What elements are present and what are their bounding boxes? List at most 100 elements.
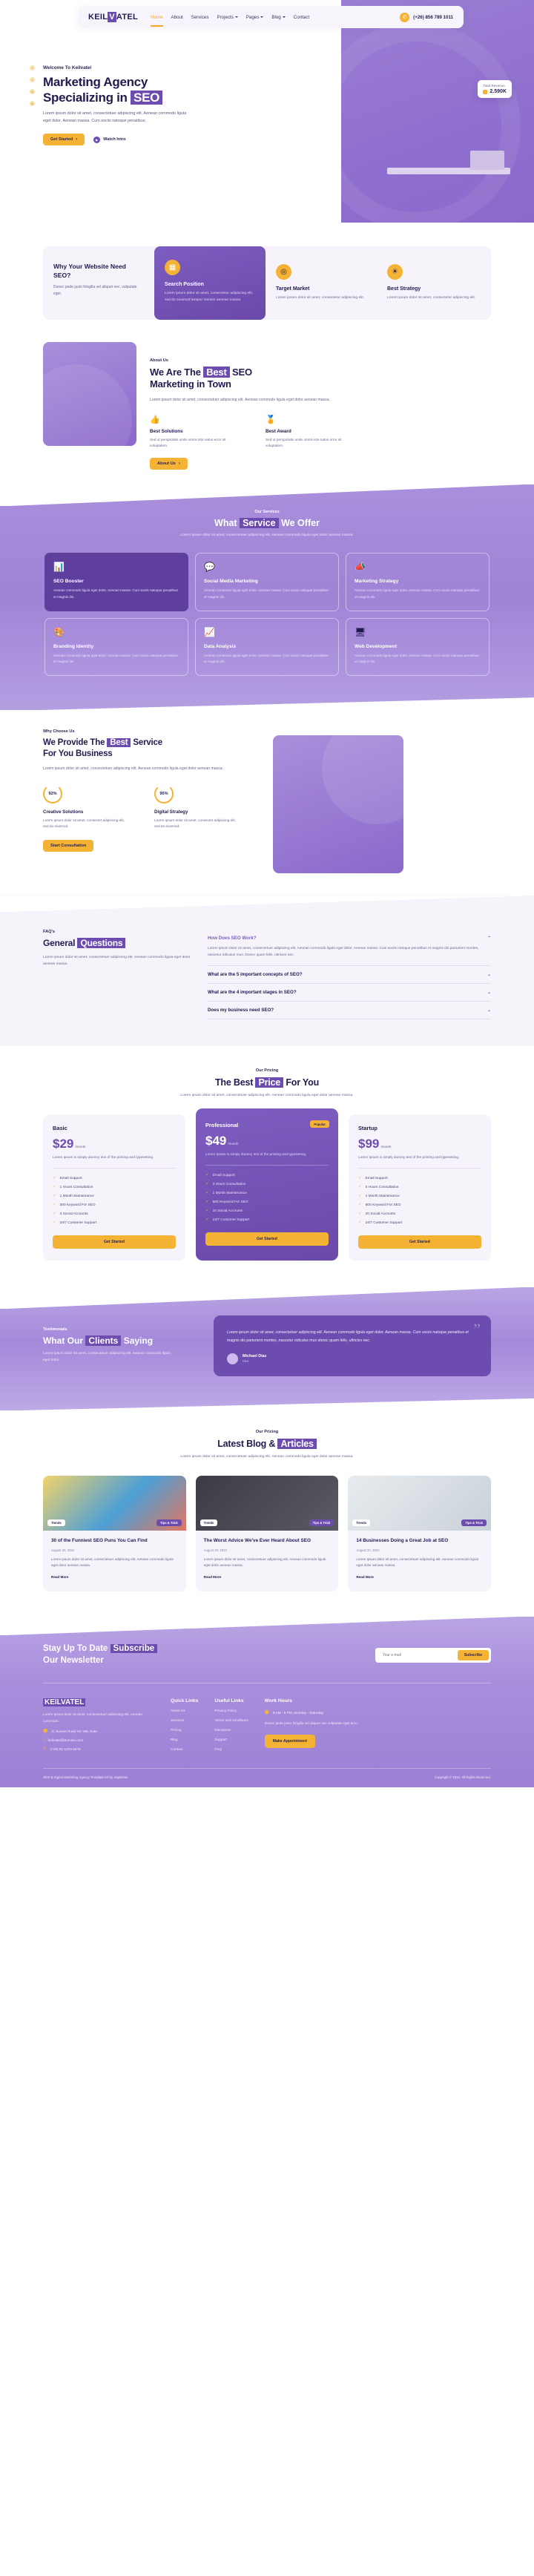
- faq-item[interactable]: Does my business need SEO? ⌄: [208, 1002, 491, 1020]
- service-title: SEO Booster: [53, 579, 84, 585]
- blog-card[interactable]: Trends Tips & Trick 30 of the Funniest S…: [43, 1475, 186, 1592]
- footer-link-contact[interactable]: Contact: [171, 1748, 198, 1752]
- why-card-search-position[interactable]: ▦ Search Position Lorem ipsum dolor sit …: [154, 246, 266, 320]
- instagram-icon[interactable]: ◎: [30, 89, 35, 94]
- footer-phone[interactable]: ✆ (+26) 81 1234 5678: [43, 1747, 154, 1751]
- nav-item-home[interactable]: Home: [151, 15, 163, 27]
- service-title: Data Analysis: [204, 643, 237, 649]
- nav-item-projects[interactable]: Projects: [217, 15, 238, 20]
- code-window-icon: 🖥: [355, 626, 366, 637]
- why-card-target-market[interactable]: ◎ Target Market Lorem ipsum dolor sit am…: [266, 255, 377, 311]
- plan-feature: ✓ 1 Month Maintenance: [205, 1191, 247, 1196]
- blog-post-title[interactable]: 14 Businesses Doing a Great Job at SEO: [356, 1538, 483, 1545]
- plan-price: $49/month: [205, 1134, 239, 1149]
- make-appointment-button[interactable]: Make Appointment: [264, 1734, 315, 1748]
- blog-post-title[interactable]: The Worst Advice We've Ever Heard About …: [204, 1538, 331, 1545]
- nav-item-blog[interactable]: Blog: [271, 15, 286, 20]
- hero-actions: Get Started › ▶ Watch Intro: [43, 134, 228, 146]
- blog-tag-secondary[interactable]: Tips & Trick: [156, 1519, 182, 1526]
- faq-question[interactable]: What are the 5 important concepts of SEO…: [208, 972, 491, 977]
- faq-question[interactable]: Does my business need SEO? ⌄: [208, 1008, 491, 1013]
- footer-link-pricing[interactable]: Pricing: [171, 1729, 198, 1732]
- plan-feature: ✓ 1 Hours Consultation: [53, 1185, 93, 1190]
- service-card-social-media-marketing[interactable]: 💬 Social Media Marketing Aenean commodo …: [195, 553, 339, 611]
- nav-item-services[interactable]: Services: [191, 15, 209, 20]
- blog-tag-primary[interactable]: Trends: [352, 1519, 371, 1526]
- blog-post-excerpt: Lorem ipsum dolor sit amet, consectetuer…: [356, 1557, 479, 1567]
- read-more-link[interactable]: Read More: [356, 1575, 374, 1579]
- services-header: Our Services What Service We Offer Lorem…: [0, 510, 534, 539]
- header-phone[interactable]: ✆ (+26) 856 789 1011: [400, 12, 453, 22]
- twitter-icon[interactable]: t: [30, 77, 35, 82]
- faq-question[interactable]: What are the 4 important stages in SEO? ⌄: [208, 990, 491, 995]
- plan-feature: ✓ 20 Social Accounts: [358, 1212, 396, 1217]
- landing-page: KEIL V ATEL Home About Services Projects P…: [0, 0, 534, 1788]
- qr-code-icon: ▦: [165, 260, 180, 275]
- blog-card[interactable]: Trends Tips & Trick 14 Businesses Doing …: [348, 1475, 491, 1592]
- plan-cta-button[interactable]: Get Started: [205, 1232, 329, 1246]
- service-card-seo-booster[interactable]: 📊 SEO Booster Aenean commodo ligula eget…: [44, 553, 188, 611]
- service-card-web-development[interactable]: 🖥 Web Development Aenean commodo ligula …: [346, 617, 490, 677]
- faq-question[interactable]: How Does SEO Work? ⌃: [208, 936, 491, 941]
- pricing-card-basic: Basic $29/month Lorem Ipsum is simply du…: [43, 1114, 185, 1261]
- site-logo[interactable]: KEIL V ATEL: [88, 12, 138, 22]
- blog-tag-primary[interactable]: Trends: [200, 1519, 218, 1526]
- check-icon: ✓: [358, 1203, 362, 1208]
- service-card-branding-identity[interactable]: 🎨 Branding Identity Aenean commodo ligul…: [44, 617, 188, 677]
- plan-feature: ✓ Email Support: [53, 1176, 82, 1181]
- faq-title: General Questions: [43, 938, 191, 950]
- choose-photo: [273, 735, 403, 874]
- watch-intro-button[interactable]: ▶ Watch Intro: [93, 136, 126, 143]
- phone-icon: ✆: [400, 12, 410, 22]
- footer-link-support[interactable]: Support: [214, 1738, 248, 1742]
- blog-tag-primary[interactable]: Trends: [47, 1519, 65, 1526]
- about-us-button[interactable]: About Us ›: [150, 458, 188, 470]
- service-card-marketing-strategy[interactable]: 📣 Marketing Strategy Aenean commodo ligu…: [346, 553, 490, 611]
- plan-subtitle: Lorem Ipsum is simply dummy text of the …: [205, 1152, 307, 1157]
- blog-tag-secondary[interactable]: Tips & Trick: [309, 1519, 334, 1526]
- facebook-icon[interactable]: f: [30, 65, 35, 70]
- service-desc: Aenean commodo ligula eget dolor. Aenean…: [204, 653, 329, 664]
- footer-link-terms[interactable]: Terms and conditions: [214, 1719, 248, 1723]
- nav-item-pages[interactable]: Pages: [246, 15, 264, 20]
- subscribe-button[interactable]: Subscribe: [457, 1649, 489, 1660]
- start-consultation-button[interactable]: Start Consultation: [43, 840, 94, 852]
- service-card-data-analysis[interactable]: 📈 Data Analysis Aenean commodo ligula eg…: [195, 617, 339, 677]
- why-card-best-strategy[interactable]: ☀ Best Strategy Lorem ipsum dolor sit am…: [377, 255, 488, 311]
- read-more-link[interactable]: Read More: [204, 1575, 222, 1579]
- pricing-card-startup: Startup $99/month Lorem Ipsum is simply …: [349, 1114, 491, 1261]
- get-started-button[interactable]: Get Started ›: [43, 134, 85, 146]
- faq-item[interactable]: What are the 4 important stages in SEO? ⌄: [208, 984, 491, 1002]
- faq-accordion: How Does SEO Work? ⌃ Lorem ipsum dolor si…: [208, 918, 491, 1020]
- footer-logo[interactable]: KEILVATEL: [43, 1698, 154, 1707]
- thumbs-up-icon: 👍: [150, 415, 160, 424]
- blog-post-title[interactable]: 30 of the Funniest SEO Puns You Can Find: [51, 1538, 178, 1545]
- stat-creative-solutions: 92% Creative Solutions Lorem ipsum dolor…: [43, 784, 125, 829]
- why-heading: Why Your Website Need SEO?: [53, 263, 126, 279]
- faq-item[interactable]: How Does SEO Work? ⌃ Lorem ipsum dolor si…: [208, 930, 491, 967]
- linkedin-icon[interactable]: in: [30, 101, 35, 106]
- footer-link-about-us[interactable]: About Us: [171, 1709, 198, 1713]
- nav-item-about[interactable]: About: [171, 15, 183, 20]
- newsletter-email-input[interactable]: [377, 1649, 455, 1660]
- plan-cta-button[interactable]: Get Started: [358, 1235, 481, 1249]
- plan-name: Startup: [358, 1125, 378, 1132]
- footer-link-privacy-policy[interactable]: Privacy Policy: [214, 1709, 248, 1713]
- blog-grid: Trends Tips & Trick 30 of the Funniest S…: [43, 1475, 491, 1592]
- footer-link-disclaimer[interactable]: Disclaimer: [214, 1729, 248, 1732]
- footer-email[interactable]: ▪ keilvatel@domain.com: [43, 1738, 154, 1742]
- read-more-link[interactable]: Read More: [51, 1575, 69, 1579]
- popular-badge: Popular: [310, 1120, 329, 1128]
- footer-link-faq[interactable]: FAQ: [214, 1748, 248, 1752]
- faq-item[interactable]: What are the 5 important concepts of SEO…: [208, 966, 491, 985]
- avatar: [227, 1353, 238, 1364]
- plan-cta-button[interactable]: Get Started: [53, 1235, 176, 1249]
- footer-link-blog[interactable]: Blog: [171, 1738, 198, 1742]
- nav-item-contact[interactable]: Contact: [294, 15, 309, 20]
- header-phone-number: (+26) 856 789 1011: [413, 14, 453, 20]
- blog-tag-secondary[interactable]: Tips & Trick: [461, 1519, 487, 1526]
- blog-card[interactable]: Trends Tips & Trick The Worst Advice We'…: [195, 1475, 339, 1592]
- plan-feature: ✓ 1 Month Maintenance: [53, 1194, 94, 1199]
- service-desc: Aenean commodo ligula eget dolor. Aenean…: [355, 653, 479, 664]
- footer-link-services[interactable]: Services: [171, 1719, 198, 1723]
